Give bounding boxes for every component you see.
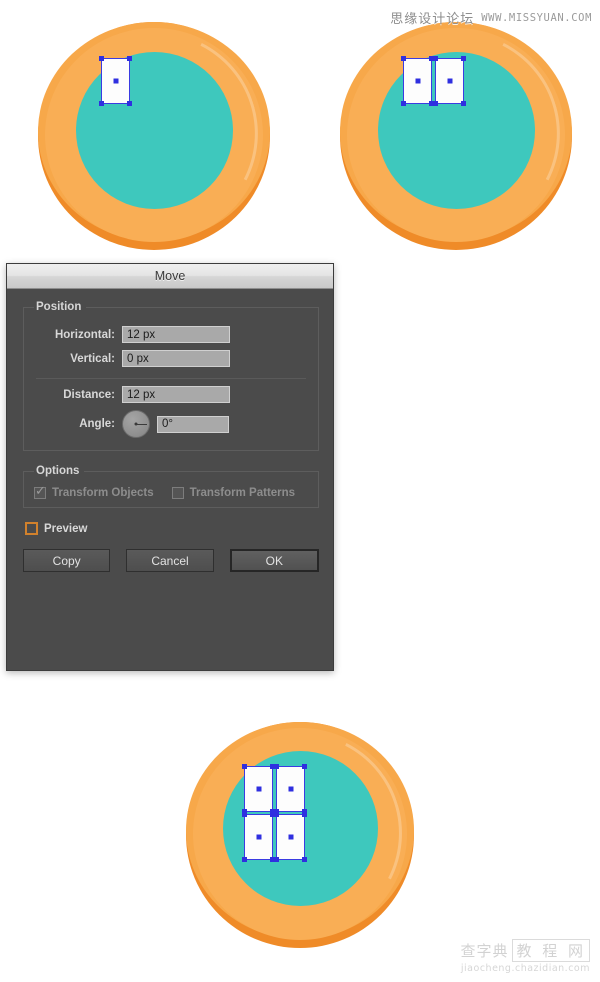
angle-dial-hub <box>134 422 138 426</box>
handle-bottom-right[interactable] <box>302 857 307 862</box>
position-group: Position Horizontal: 12 px Vertical: 0 p… <box>23 301 319 451</box>
transform-objects-checkbox[interactable] <box>34 484 46 499</box>
selected-rectangle[interactable] <box>242 764 275 814</box>
watermark-bottom-url: jiaocheng.chazidian.com <box>460 963 590 974</box>
screenshot-canvas: 思缘设计论坛 WWW.MISSYUAN.COM Move Position Ho… <box>0 0 600 982</box>
angle-input[interactable]: 0° <box>157 415 229 433</box>
angle-label: Angle: <box>79 418 115 430</box>
transform-patterns-label: Transform Patterns <box>189 487 296 499</box>
selected-rectangle[interactable] <box>401 56 434 106</box>
artboard-step-2 <box>325 4 587 265</box>
anchor-center[interactable] <box>288 834 293 840</box>
distance-input[interactable]: 12 px <box>122 386 230 403</box>
options-row: Transform Objects Transform Patterns <box>34 484 308 499</box>
handle-bottom-right[interactable] <box>461 101 466 106</box>
cancel-button[interactable]: Cancel <box>126 549 214 572</box>
vertical-input[interactable]: 0 px <box>122 350 230 367</box>
watermark-bottom: 查字典 教 程 网 jiaocheng.chazidian.com <box>460 939 590 974</box>
preview-row[interactable]: Preview <box>25 522 319 535</box>
vertical-row: Vertical: 0 px <box>34 350 308 367</box>
options-group: Options Transform Objects Transform Patt… <box>23 465 319 508</box>
coin-sheen <box>23 4 285 265</box>
distance-label: Distance: <box>63 388 115 401</box>
selected-rectangle[interactable] <box>274 812 307 862</box>
options-group-legend: Options <box>36 465 80 477</box>
handle-top-left[interactable] <box>99 56 104 61</box>
copy-button[interactable]: Copy <box>23 549 111 572</box>
angle-dial-needle <box>136 424 147 425</box>
vertical-label: Vertical: <box>70 352 115 365</box>
transform-patterns-checkbox[interactable] <box>171 487 184 499</box>
artboard-step-1 <box>23 4 285 265</box>
watermark-top-cn: 思缘设计论坛 <box>390 12 475 27</box>
handle-top-right[interactable] <box>461 56 466 61</box>
position-divider <box>36 378 306 379</box>
horizontal-row: Horizontal: 12 px <box>34 326 308 343</box>
dialog-body: Position Horizontal: 12 px Vertical: 0 p… <box>7 289 333 584</box>
anchor-center[interactable] <box>415 78 420 84</box>
handle-bottom-left[interactable] <box>99 101 104 106</box>
dialog-button-row: Copy Cancel OK <box>23 549 319 572</box>
watermark-top: 思缘设计论坛 WWW.MISSYUAN.COM <box>390 8 592 28</box>
handle-top-left[interactable] <box>242 764 247 769</box>
preview-checkbox[interactable] <box>25 522 38 535</box>
selected-rectangle[interactable] <box>433 56 466 106</box>
move-dialog[interactable]: Move Position Horizontal: 12 px Vertical… <box>6 263 334 671</box>
angle-dial[interactable] <box>122 410 150 438</box>
selected-rectangle[interactable] <box>242 812 275 862</box>
handle-top-left[interactable] <box>401 56 406 61</box>
transform-patterns-option[interactable]: Transform Patterns <box>171 487 296 499</box>
angle-row: Angle: 0° <box>34 410 308 438</box>
coin-sheen <box>325 4 587 265</box>
horizontal-input[interactable]: 12 px <box>122 326 230 343</box>
watermark-bottom-cn: 查字典 教 程 网 <box>460 939 590 962</box>
selected-rectangle[interactable] <box>274 764 307 814</box>
distance-row: Distance: 12 px <box>34 386 308 403</box>
handle-bottom-right[interactable] <box>127 101 132 106</box>
artboard-step-3 <box>171 705 429 962</box>
dialog-titlebar[interactable]: Move <box>7 264 333 289</box>
anchor-center[interactable] <box>256 834 261 840</box>
handle-top-left[interactable] <box>274 764 279 769</box>
dialog-title: Move <box>154 269 186 283</box>
transform-objects-label: Transform Objects <box>52 487 154 499</box>
anchor-center[interactable] <box>288 786 293 792</box>
handle-top-right[interactable] <box>302 764 307 769</box>
handle-top-right[interactable] <box>127 56 132 61</box>
handle-bottom-left[interactable] <box>401 101 406 106</box>
transform-objects-option[interactable]: Transform Objects <box>34 484 154 499</box>
handle-top-left[interactable] <box>433 56 438 61</box>
selected-rectangle[interactable] <box>99 56 132 106</box>
handle-top-right[interactable] <box>302 812 307 817</box>
handle-bottom-left[interactable] <box>433 101 438 106</box>
watermark-bottom-cn-left: 查字典 <box>460 942 509 960</box>
watermark-bottom-cn-right: 教 程 网 <box>512 939 590 962</box>
preview-label: Preview <box>44 522 88 535</box>
anchor-center[interactable] <box>113 78 118 84</box>
ok-button[interactable]: OK <box>229 549 319 572</box>
handle-top-left[interactable] <box>274 812 279 817</box>
anchor-center[interactable] <box>256 786 261 792</box>
handle-top-left[interactable] <box>242 812 247 817</box>
anchor-center[interactable] <box>447 78 452 84</box>
watermark-top-url: WWW.MISSYUAN.COM <box>481 11 592 24</box>
horizontal-label: Horizontal: <box>54 328 115 341</box>
position-group-legend: Position <box>36 301 82 313</box>
handle-bottom-left[interactable] <box>242 857 247 862</box>
handle-bottom-left[interactable] <box>274 857 279 862</box>
